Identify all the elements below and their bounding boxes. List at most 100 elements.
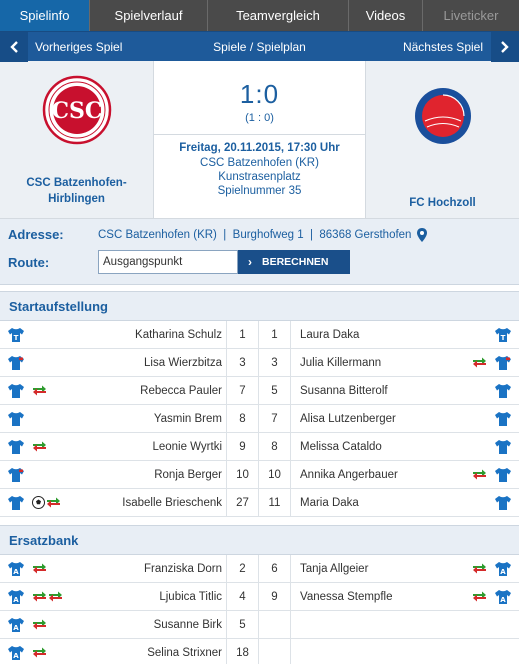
address-text[interactable]: CSC Batzenhofen (KR) | Burghofweg 1 | 86… bbox=[98, 229, 411, 241]
home-events bbox=[32, 433, 72, 460]
prev-arrow-icon[interactable] bbox=[0, 31, 28, 62]
away-events bbox=[446, 611, 487, 638]
bench-table: A Franziska Dorn 2 6 Tanja Allgeier A A … bbox=[0, 555, 519, 664]
keeper-jersey-icon: T bbox=[0, 321, 32, 348]
home-player-name[interactable]: Ronja Berger bbox=[72, 461, 226, 488]
substitute-jersey-icon: A bbox=[0, 555, 32, 582]
jersey-icon bbox=[0, 489, 32, 516]
home-team-name-line1[interactable]: CSC Batzenhofen- bbox=[26, 175, 126, 191]
away-player-number bbox=[258, 639, 290, 664]
away-player-number bbox=[258, 611, 290, 638]
match-date: Freitag, 20.11.2015, 17:30 Uhr bbox=[179, 142, 340, 154]
home-events bbox=[32, 461, 72, 488]
substitute-jersey-icon: A bbox=[0, 639, 32, 664]
away-team-logo[interactable] bbox=[414, 87, 472, 145]
match-pitch: Kunstrasenplatz bbox=[218, 171, 301, 183]
schedule-link[interactable]: Spiele / Spielplan bbox=[198, 40, 321, 54]
address-block: Adresse: CSC Batzenhofen (KR) | Burghofw… bbox=[0, 219, 519, 285]
substitution-icon bbox=[32, 385, 47, 396]
away-player-number: 10 bbox=[258, 461, 290, 488]
substitution-icon bbox=[472, 357, 487, 368]
substitution-icon bbox=[32, 647, 47, 658]
home-player-number: 18 bbox=[226, 639, 258, 664]
captain-jersey-icon bbox=[487, 349, 519, 376]
address-value[interactable]: CSC Batzenhofen (KR) | Burghofweg 1 | 86… bbox=[98, 227, 428, 242]
player-row: Rebecca Pauler 7 5 Susanna Bitterolf bbox=[0, 377, 519, 405]
map-pin-icon[interactable] bbox=[417, 227, 428, 242]
substitution-icon bbox=[472, 563, 487, 574]
home-player-name[interactable]: Selina Strixner bbox=[72, 639, 226, 664]
chevron-right-icon: › bbox=[248, 255, 252, 269]
away-team-name[interactable]: FC Hochzoll bbox=[409, 195, 475, 211]
away-events bbox=[446, 405, 487, 432]
route-start-input[interactable] bbox=[98, 250, 238, 274]
home-player-name[interactable]: Rebecca Pauler bbox=[72, 377, 226, 404]
svg-text:T: T bbox=[14, 334, 19, 342]
away-events bbox=[446, 321, 487, 348]
next-game-link[interactable]: Nächstes Spiel bbox=[321, 40, 491, 54]
jersey-icon bbox=[0, 433, 32, 460]
prev-game-link[interactable]: Vorheriges Spiel bbox=[28, 40, 198, 54]
tab-spielverlauf[interactable]: Spielverlauf bbox=[90, 0, 208, 31]
tab-liveticker: Liveticker bbox=[423, 0, 519, 31]
tab-spielinfo[interactable]: Spielinfo bbox=[0, 0, 90, 31]
home-player-name[interactable]: Lisa Wierzbitza bbox=[72, 349, 226, 376]
away-player-name[interactable]: Annika Angerbauer bbox=[290, 461, 446, 488]
halftime-score: (1 : 0) bbox=[245, 112, 274, 124]
jersey-icon bbox=[487, 377, 519, 404]
away-player-number: 7 bbox=[258, 405, 290, 432]
home-team[interactable]: CSC CSC Batzenhofen- Hirblingen bbox=[0, 61, 153, 218]
away-player-name[interactable]: Tanja Allgeier bbox=[290, 555, 446, 582]
away-team[interactable]: FC Hochzoll bbox=[366, 61, 519, 218]
player-row: Isabelle Brieschenk 27 11 Maria Daka bbox=[0, 489, 519, 517]
tab-videos[interactable]: Videos bbox=[349, 0, 423, 31]
away-player-name[interactable]: Alisa Lutzenberger bbox=[290, 405, 446, 432]
away-events bbox=[446, 555, 487, 582]
home-player-name[interactable]: Ljubica Titlic bbox=[72, 583, 226, 610]
calculate-route-button[interactable]: › BERECHNEN bbox=[238, 250, 350, 274]
home-team-name-line2[interactable]: Hirblingen bbox=[26, 191, 126, 207]
home-player-name[interactable]: Yasmin Brem bbox=[72, 405, 226, 432]
home-player-name[interactable]: Franziska Dorn bbox=[72, 555, 226, 582]
away-player-name[interactable]: Susanna Bitterolf bbox=[290, 377, 446, 404]
away-player-name bbox=[290, 639, 446, 664]
away-player-name[interactable]: Melissa Cataldo bbox=[290, 433, 446, 460]
home-team-logo[interactable]: CSC bbox=[42, 75, 112, 145]
captain-jersey-icon bbox=[0, 461, 32, 488]
address-label: Adresse: bbox=[8, 227, 64, 242]
tab-bar: Spielinfo Spielverlauf Teamvergleich Vid… bbox=[0, 0, 519, 31]
player-row: Lisa Wierzbitza 3 3 Julia Killermann bbox=[0, 349, 519, 377]
home-player-name[interactable]: Isabelle Brieschenk bbox=[72, 489, 226, 516]
captain-jersey-icon bbox=[0, 349, 32, 376]
score: 1:0 bbox=[239, 79, 280, 109]
match-result: 1:0 (1 : 0) Freitag, 20.11.2015, 17:30 U… bbox=[153, 61, 366, 218]
home-player-number: 5 bbox=[226, 611, 258, 638]
home-events bbox=[32, 639, 72, 664]
away-player-name[interactable]: Vanessa Stempfle bbox=[290, 583, 446, 610]
player-row: Yasmin Brem 8 7 Alisa Lutzenberger bbox=[0, 405, 519, 433]
player-row: A Selina Strixner 18 bbox=[0, 639, 519, 664]
jersey-icon bbox=[487, 461, 519, 488]
substitution-icon bbox=[46, 497, 61, 508]
away-player-number: 5 bbox=[258, 377, 290, 404]
home-player-number: 4 bbox=[226, 583, 258, 610]
svg-text:CSC: CSC bbox=[51, 98, 102, 124]
away-events bbox=[446, 377, 487, 404]
empty-cell bbox=[487, 611, 519, 638]
away-player-name[interactable]: Julia Killermann bbox=[290, 349, 446, 376]
away-player-name[interactable]: Maria Daka bbox=[290, 489, 446, 516]
home-player-name[interactable]: Susanne Birk bbox=[72, 611, 226, 638]
svg-text:A: A bbox=[13, 596, 19, 604]
jersey-icon bbox=[487, 433, 519, 460]
next-arrow-icon[interactable] bbox=[491, 31, 519, 62]
home-player-number: 1 bbox=[226, 321, 258, 348]
home-player-name[interactable]: Katharina Schulz bbox=[72, 321, 226, 348]
substitution-icon bbox=[32, 441, 47, 452]
player-row: Leonie Wyrtki 9 8 Melissa Cataldo bbox=[0, 433, 519, 461]
away-player-name bbox=[290, 611, 446, 638]
home-player-name[interactable]: Leonie Wyrtki bbox=[72, 433, 226, 460]
tab-teamvergleich[interactable]: Teamvergleich bbox=[208, 0, 349, 31]
lineup-title: Startaufstellung bbox=[0, 291, 519, 321]
away-player-name[interactable]: Laura Daka bbox=[290, 321, 446, 348]
player-row: T Katharina Schulz 1 1 Laura Daka T bbox=[0, 321, 519, 349]
